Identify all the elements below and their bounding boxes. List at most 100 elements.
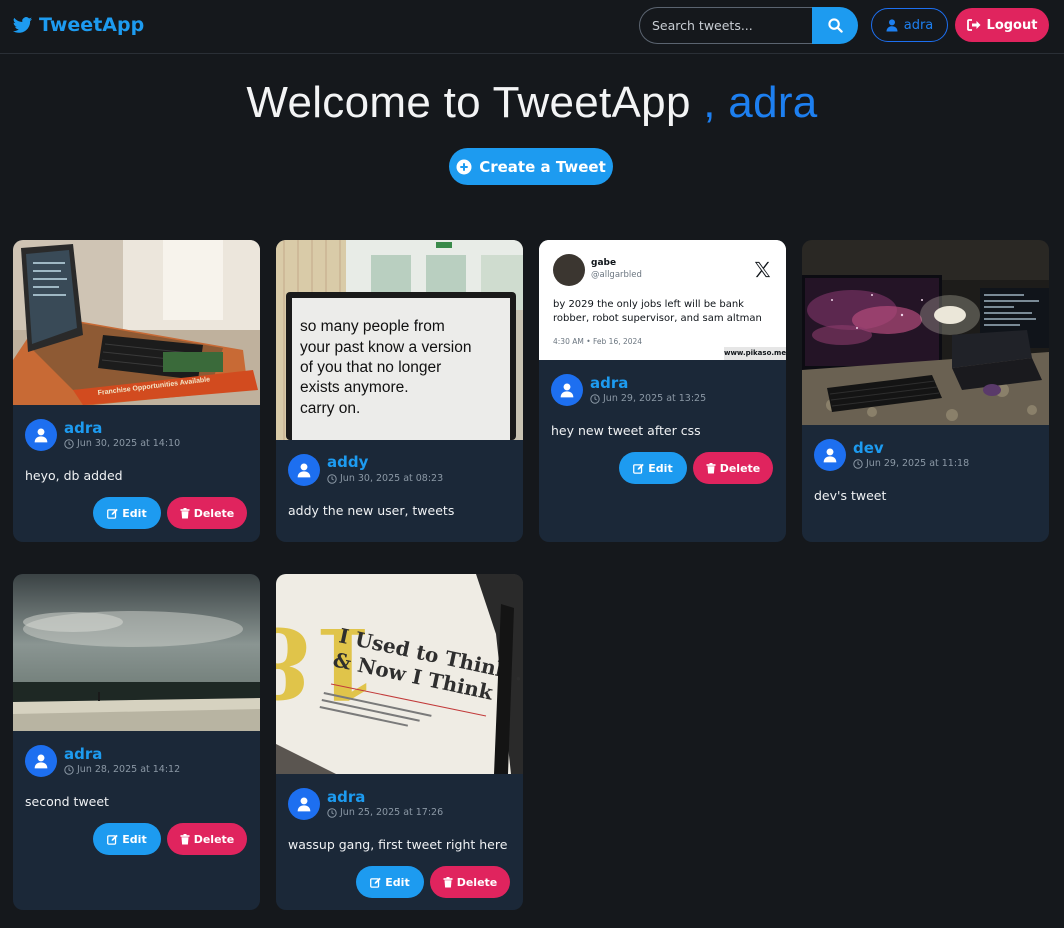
book-page-photo: 18 I Used to Think . . . & Now I Think <box>276 574 523 774</box>
tweet-timestamp: Jun 28, 2025 at 14:12 <box>64 764 180 775</box>
user-button-label: adra <box>903 17 934 33</box>
avatar[interactable] <box>25 419 57 451</box>
logout-icon <box>966 19 981 31</box>
embed-date: 4:30 AM • Feb 16, 2024 <box>553 337 643 346</box>
tweet-image[interactable]: 18 I Used to Think . . . & Now I Think <box>276 574 523 774</box>
delete-label: Delete <box>193 506 235 520</box>
tweet-card: Franchise Opportunities Available adra J… <box>13 240 260 542</box>
tweet-author[interactable]: dev <box>853 439 884 457</box>
tweet-author[interactable]: adra <box>327 788 365 806</box>
avatar[interactable] <box>288 454 320 486</box>
brand-link[interactable]: TweetApp <box>12 14 144 36</box>
clock-icon <box>327 807 337 818</box>
tweet-author[interactable]: addy <box>327 453 368 471</box>
tweet-text: heyo, db added <box>25 468 123 483</box>
avatar[interactable] <box>814 439 846 471</box>
edit-icon <box>370 877 382 888</box>
tweet-card: 18 I Used to Think . . . & Now I Think a… <box>276 574 523 910</box>
timestamp-text: Jun 28, 2025 at 14:12 <box>77 764 181 775</box>
search-button[interactable] <box>812 7 858 44</box>
edit-icon <box>633 463 645 474</box>
edit-button[interactable]: Edit <box>93 497 161 529</box>
edit-label: Edit <box>385 875 410 889</box>
tweet-body: dev Jun 29, 2025 at 11:18 dev's tweet <box>802 425 1049 542</box>
clock-icon <box>64 438 74 449</box>
edit-button[interactable]: Edit <box>619 452 687 484</box>
welcome-text: Welcome to TweetApp <box>246 78 691 127</box>
image-quote-line: of you that no longer <box>300 359 441 376</box>
timestamp-text: Jun 29, 2025 at 13:25 <box>603 393 707 404</box>
tweet-image[interactable] <box>802 240 1049 425</box>
tweet-body: adra Jun 29, 2025 at 13:25 hey new tweet… <box>539 360 786 542</box>
clock-icon <box>590 393 600 404</box>
delete-label: Delete <box>193 832 235 846</box>
edit-button[interactable]: Edit <box>93 823 161 855</box>
brand-name: TweetApp <box>39 14 145 36</box>
edit-icon <box>107 508 119 519</box>
twitter-bird-icon <box>12 16 33 33</box>
avatar[interactable] <box>551 374 583 406</box>
image-quote-line: your past know a version <box>300 339 471 356</box>
embed-avatar <box>553 254 585 286</box>
create-tweet-button[interactable]: Create a Tweet <box>449 148 613 185</box>
delete-button[interactable]: Delete <box>430 866 510 898</box>
logout-label: Logout <box>986 17 1038 33</box>
tweet-image[interactable] <box>13 574 260 731</box>
tweet-image[interactable]: so many people from your past know a ver… <box>276 240 523 440</box>
timestamp-text: Jun 25, 2025 at 17:26 <box>340 807 444 818</box>
tweet-text: second tweet <box>25 794 109 809</box>
desk-setup-photo <box>802 240 1049 425</box>
trash-icon <box>180 833 190 844</box>
page-title: Welcome to TweetApp , adra <box>0 78 1064 128</box>
seascape-painting <box>13 574 260 731</box>
tweet-author[interactable]: adra <box>64 419 102 437</box>
tweet-image[interactable]: Franchise Opportunities Available <box>13 240 260 405</box>
timestamp-text: Jun 30, 2025 at 14:10 <box>77 438 181 449</box>
embed-name: gabe <box>591 258 617 268</box>
tweet-image[interactable]: gabe @allgarbled by 2029 the only jobs l… <box>539 240 786 360</box>
tweet-text: wassup gang, first tweet right here <box>288 837 508 852</box>
tweet-body: addy Jun 30, 2025 at 08:23 addy the new … <box>276 440 523 542</box>
user-icon <box>823 447 837 462</box>
tweet-card: so many people from your past know a ver… <box>276 240 523 542</box>
search-icon <box>827 18 843 33</box>
logout-button[interactable]: Logout <box>955 8 1049 42</box>
tweet-body: adra Jun 25, 2025 at 17:26 wassup gang, … <box>276 774 523 910</box>
laptop-quote-photo: so many people from your past know a ver… <box>276 240 523 440</box>
avatar[interactable] <box>25 745 57 777</box>
x-logo-icon <box>754 261 771 278</box>
delete-button[interactable]: Delete <box>167 823 247 855</box>
timestamp-text: Jun 30, 2025 at 08:23 <box>340 473 444 484</box>
tweet-text: dev's tweet <box>814 488 887 503</box>
cardboard-laptop-photo: Franchise Opportunities Available <box>13 240 260 405</box>
edit-label: Edit <box>648 461 673 475</box>
tweet-timestamp: Jun 29, 2025 at 13:25 <box>590 393 706 404</box>
avatar[interactable] <box>288 788 320 820</box>
tweet-author[interactable]: adra <box>64 745 102 763</box>
user-profile-button[interactable]: adra <box>871 8 948 42</box>
delete-button[interactable]: Delete <box>693 452 773 484</box>
plus-circle-icon <box>456 159 472 174</box>
image-quote-line: carry on. <box>300 400 360 417</box>
edit-icon <box>107 834 119 845</box>
delete-label: Delete <box>719 461 761 475</box>
image-quote-line: exists anymore. <box>300 379 409 396</box>
delete-button[interactable]: Delete <box>167 497 247 529</box>
welcome-username: , adra <box>690 78 818 127</box>
user-icon <box>886 18 898 31</box>
search-form <box>639 7 858 44</box>
edit-label: Edit <box>122 506 147 520</box>
tweet-card: adra Jun 28, 2025 at 14:12 second tweet … <box>13 574 260 910</box>
navbar: TweetApp adra Logout <box>0 0 1064 54</box>
search-input[interactable] <box>639 7 812 44</box>
create-tweet-label: Create a Tweet <box>479 157 606 176</box>
tweet-card: dev Jun 29, 2025 at 11:18 dev's tweet <box>802 240 1049 542</box>
tweet-body: adra Jun 28, 2025 at 14:12 second tweet … <box>13 731 260 910</box>
edit-button[interactable]: Edit <box>356 866 424 898</box>
user-icon <box>34 427 48 442</box>
tweet-author[interactable]: adra <box>590 374 628 392</box>
clock-icon <box>64 764 74 775</box>
embed-body: by 2029 the only jobs left will be bank … <box>553 299 762 324</box>
embed-handle: @allgarbled <box>591 270 642 280</box>
tweet-timestamp: Jun 30, 2025 at 08:23 <box>327 473 443 484</box>
